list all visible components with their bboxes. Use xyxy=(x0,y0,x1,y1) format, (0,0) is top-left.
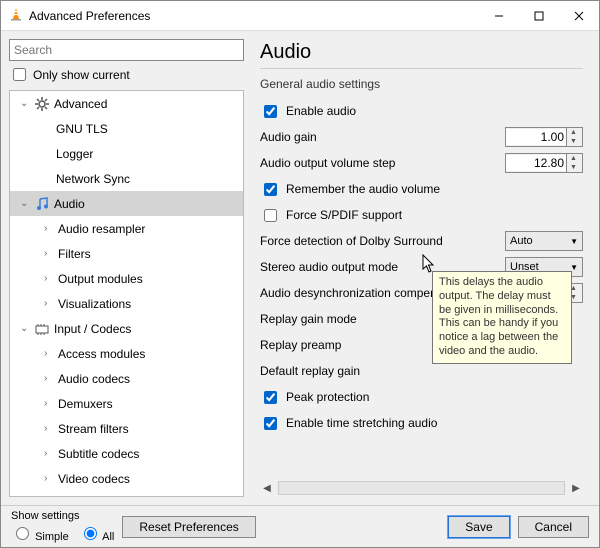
tree-item-label: Input / Codecs xyxy=(54,322,131,336)
close-button[interactable] xyxy=(559,1,599,31)
maximize-button[interactable] xyxy=(519,1,559,31)
right-panel: Audio General audio settings Enable audi… xyxy=(252,39,591,497)
audio-gain-label: Audio gain xyxy=(260,130,317,144)
minimize-button[interactable] xyxy=(479,1,519,31)
chevron-right-icon[interactable]: › xyxy=(44,223,54,234)
volume-step-input[interactable]: ▲▼ xyxy=(505,153,583,173)
tree-item-access-modules[interactable]: › Access modules xyxy=(10,341,243,366)
tree-item-label: Stream filters xyxy=(58,422,129,436)
tree-item-gnu-tls[interactable]: GNU TLS xyxy=(10,116,243,141)
tree-item-network-sync[interactable]: Network Sync xyxy=(10,166,243,191)
spin-down-icon[interactable]: ▼ xyxy=(566,163,580,172)
tree-item-stream-filters[interactable]: › Stream filters xyxy=(10,416,243,441)
codec-icon xyxy=(34,322,50,336)
chevron-right-icon[interactable]: › xyxy=(44,298,54,309)
window-title: Advanced Preferences xyxy=(29,9,150,23)
dolby-select[interactable]: Auto▼ xyxy=(505,231,583,251)
tree-item-label: Advanced xyxy=(54,97,107,111)
tree-item-demuxers[interactable]: › Demuxers xyxy=(10,391,243,416)
tree-item-label: Audio xyxy=(54,197,85,211)
cursor-icon xyxy=(422,254,436,277)
chevron-right-icon[interactable]: › xyxy=(44,348,54,359)
horizontal-scrollbar[interactable]: ◀ ▶ xyxy=(260,479,583,497)
footer: Show settings Simple All Reset Preferenc… xyxy=(1,505,599,547)
tree-item-label: Logger xyxy=(56,147,93,161)
all-radio[interactable]: All xyxy=(79,524,115,543)
search-input[interactable] xyxy=(9,39,244,61)
volume-step-label: Audio output volume step xyxy=(260,156,395,170)
chevron-right-icon[interactable]: › xyxy=(44,448,54,459)
cancel-button[interactable]: Cancel xyxy=(518,516,589,538)
tree-item-label: GNU TLS xyxy=(56,122,108,136)
stereo-mode-label: Stereo audio output mode xyxy=(260,260,398,274)
tree-item-subtitle-codecs[interactable]: › Subtitle codecs xyxy=(10,441,243,466)
tree-item-visualizations[interactable]: › Visualizations xyxy=(10,291,243,316)
show-settings-label: Show settings xyxy=(11,510,114,522)
remember-volume-checkbox[interactable]: Remember the audio volume xyxy=(260,180,583,199)
chevron-right-icon[interactable]: › xyxy=(44,373,54,384)
tree-item-label: Video codecs xyxy=(58,472,130,486)
tree-item-label: Visualizations xyxy=(58,297,131,311)
replay-preamp-label: Replay preamp xyxy=(260,338,341,352)
audio-gain-input[interactable]: ▲▼ xyxy=(505,127,583,147)
enable-audio-checkbox[interactable]: Enable audio xyxy=(260,102,583,121)
time-stretch-checkbox[interactable]: Enable time stretching audio xyxy=(260,414,583,433)
tree-item-output-modules[interactable]: › Output modules xyxy=(10,266,243,291)
scroll-right-icon[interactable]: ▶ xyxy=(569,483,583,494)
chevron-right-icon[interactable]: › xyxy=(44,248,54,259)
titlebar: Advanced Preferences xyxy=(1,1,599,31)
chevron-right-icon[interactable]: › xyxy=(44,398,54,409)
section-subheading: General audio settings xyxy=(260,77,583,91)
tree-item-logger[interactable]: Logger xyxy=(10,141,243,166)
tree-item-input-codecs[interactable]: ⌄ Input / Codecs xyxy=(10,316,243,341)
preferences-tree[interactable]: ⌄ Advanced GNU TLS Logger Network Sync ⌄ Audio… xyxy=(10,91,243,496)
scroll-left-icon[interactable]: ◀ xyxy=(260,483,274,494)
reset-button[interactable]: Reset Preferences xyxy=(122,516,255,538)
force-spdif-checkbox[interactable]: Force S/PDIF support xyxy=(260,206,583,225)
tree-item-video-codecs[interactable]: › Video codecs xyxy=(10,466,243,491)
dolby-label: Force detection of Dolby Surround xyxy=(260,234,443,248)
gear-icon xyxy=(34,97,50,111)
only-show-current-box[interactable] xyxy=(13,68,26,81)
left-panel: Only show current ⌄ Advanced GNU TLS Logger… xyxy=(9,39,244,497)
tree-item-advanced[interactable]: ⌄ Advanced xyxy=(10,91,243,116)
chevron-down-icon: ▼ xyxy=(570,237,578,246)
tree-item-audio-codecs[interactable]: › Audio codecs xyxy=(10,366,243,391)
tree-item-audio-resampler[interactable]: › Audio resampler xyxy=(10,216,243,241)
tree-item-label: Filters xyxy=(58,247,91,261)
only-show-current-label: Only show current xyxy=(33,68,130,82)
simple-radio[interactable]: Simple xyxy=(11,524,69,543)
save-button[interactable]: Save xyxy=(448,516,509,538)
desync-tooltip: This delays the audio output. The delay … xyxy=(432,271,572,364)
tree-item-label: Audio resampler xyxy=(58,222,145,236)
page-title: Audio xyxy=(260,41,583,64)
chevron-down-icon[interactable]: ⌄ xyxy=(20,323,30,334)
default-replay-gain-label: Default replay gain xyxy=(260,364,360,378)
chevron-right-icon[interactable]: › xyxy=(44,423,54,434)
chevron-right-icon[interactable]: › xyxy=(44,273,54,284)
tree-item-label: Demuxers xyxy=(58,397,113,411)
spin-down-icon[interactable]: ▼ xyxy=(566,137,580,146)
tree-item-label: Audio codecs xyxy=(58,372,130,386)
tree-item-label: Subtitle codecs xyxy=(58,447,139,461)
music-icon xyxy=(34,197,50,211)
preferences-window: Advanced Preferences Only show current ⌄… xyxy=(0,0,600,548)
tree-item-filters[interactable]: › Filters xyxy=(10,241,243,266)
only-show-current-checkbox[interactable]: Only show current xyxy=(9,65,244,84)
replay-gain-mode-label: Replay gain mode xyxy=(260,312,357,326)
vlc-cone-icon xyxy=(9,7,23,24)
tree-item-label: Access modules xyxy=(58,347,145,361)
tree-item-audio[interactable]: ⌄ Audio xyxy=(10,191,243,216)
tree-item-label: Output modules xyxy=(58,272,143,286)
tree-item-label: Network Sync xyxy=(56,172,130,186)
peak-protection-checkbox[interactable]: Peak protection xyxy=(260,388,583,407)
spin-up-icon[interactable]: ▲ xyxy=(566,128,580,137)
spin-up-icon[interactable]: ▲ xyxy=(566,154,580,163)
chevron-right-icon[interactable]: › xyxy=(44,473,54,484)
chevron-down-icon[interactable]: ⌄ xyxy=(20,198,30,209)
chevron-down-icon[interactable]: ⌄ xyxy=(20,98,30,109)
